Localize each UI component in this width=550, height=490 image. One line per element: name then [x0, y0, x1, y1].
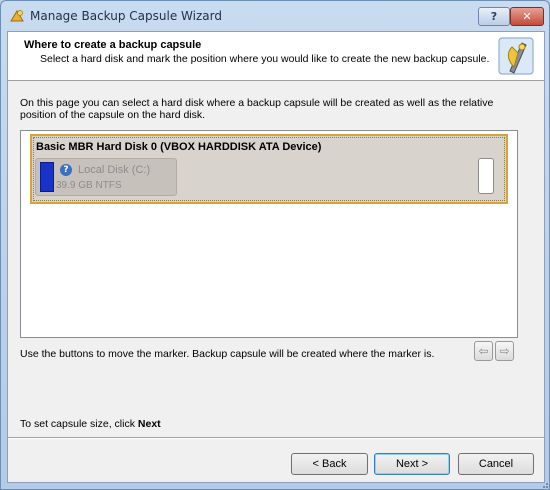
- title-bar[interactable]: Manage Backup Capsule Wizard ? ✕: [1, 1, 549, 31]
- back-button[interactable]: < Back: [291, 453, 368, 475]
- partition-block[interactable]: ? Local Disk (C:) 39.9 GB NTFS: [35, 158, 177, 196]
- move-right-button[interactable]: ⇨: [495, 341, 514, 361]
- partition-size: 39.9 GB NTFS: [56, 180, 122, 191]
- next-button[interactable]: Next >: [374, 453, 450, 475]
- arrow-left-icon: ⇦: [478, 344, 489, 358]
- move-left-button[interactable]: ⇦: [474, 341, 493, 361]
- capsule-size-hint: To set capsule size, click Next: [20, 418, 161, 430]
- disk-name: Basic MBR Hard Disk 0 (VBOX HARDDISK ATA…: [36, 141, 322, 153]
- capsule-hint-prefix: To set capsule size, click: [20, 418, 138, 430]
- wizard-window: Manage Backup Capsule Wizard ? ✕ Where t…: [0, 0, 550, 490]
- wizard-client-area: Where to create a backup capsule Select …: [7, 31, 545, 483]
- page-subtitle: Select a hard disk and mark the position…: [40, 53, 490, 65]
- page-title: Where to create a backup capsule: [24, 39, 202, 51]
- window-title: Manage Backup Capsule Wizard: [30, 9, 222, 23]
- intro-text: On this page you can select a hard disk …: [20, 97, 494, 121]
- question-icon: ?: [60, 164, 72, 176]
- close-button[interactable]: ✕: [510, 7, 544, 26]
- app-icon: [10, 10, 24, 22]
- wizard-header: Where to create a backup capsule Select …: [8, 32, 544, 81]
- cancel-button[interactable]: Cancel: [458, 453, 534, 475]
- capsule-marker[interactable]: [478, 158, 494, 194]
- disk-row[interactable]: Basic MBR Hard Disk 0 (VBOX HARDDISK ATA…: [30, 134, 508, 204]
- help-button[interactable]: ?: [478, 7, 510, 26]
- partition-usage-bar: [40, 162, 54, 192]
- close-icon: ✕: [522, 10, 532, 23]
- wizard-icon: [498, 37, 534, 75]
- partition-name: Local Disk (C:): [78, 164, 151, 176]
- marker-hint: Use the buttons to move the marker. Back…: [20, 348, 435, 360]
- arrow-right-icon: ⇨: [499, 344, 510, 358]
- resize-grip-icon[interactable]: [539, 479, 549, 489]
- capsule-hint-next: Next: [137, 418, 161, 430]
- footer-separator: [8, 437, 544, 439]
- help-icon: ?: [490, 10, 498, 23]
